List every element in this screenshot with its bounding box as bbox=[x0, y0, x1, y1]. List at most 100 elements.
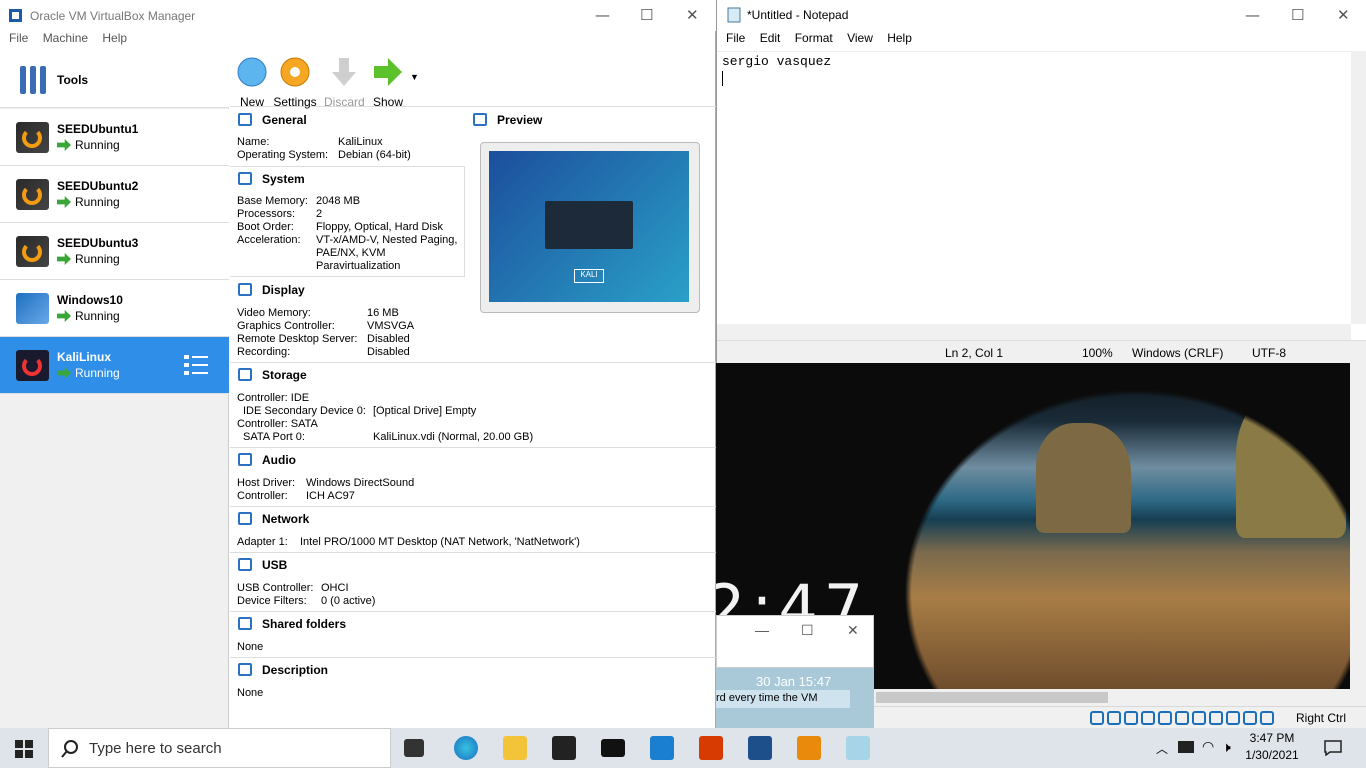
label: Device Filters: bbox=[237, 595, 307, 607]
shared-folder-icon[interactable] bbox=[1175, 710, 1189, 725]
menu-help[interactable]: Help bbox=[887, 31, 912, 45]
new-icon bbox=[237, 57, 267, 87]
new-label: New bbox=[239, 95, 264, 109]
section-title[interactable]: Display bbox=[262, 283, 305, 297]
text-editor[interactable]: sergio vasquez bbox=[717, 51, 1351, 324]
notification-icon[interactable] bbox=[1324, 740, 1342, 756]
vm-name: SEEDUbuntu2 bbox=[57, 179, 139, 193]
value: Debian (64-bit) bbox=[338, 149, 411, 161]
section-title[interactable]: Storage bbox=[262, 368, 307, 382]
section-title[interactable]: Preview bbox=[497, 113, 542, 127]
clock[interactable]: 3:47 PM 1/30/2021 bbox=[1244, 731, 1300, 762]
ubuntu-icon bbox=[16, 236, 49, 267]
notepad-taskbar-icon[interactable] bbox=[846, 736, 870, 760]
label: Graphics Controller: bbox=[237, 320, 335, 332]
maximize-icon[interactable]: ☐ bbox=[640, 6, 653, 24]
windows10-icon bbox=[16, 293, 49, 324]
mail-icon[interactable] bbox=[601, 739, 625, 757]
vertical-scrollbar[interactable] bbox=[1351, 51, 1366, 324]
maximize-icon[interactable]: ☐ bbox=[801, 622, 814, 639]
toolbar: New Settings Discard Show ▼ bbox=[230, 52, 716, 109]
list-menu-icon[interactable] bbox=[184, 354, 208, 376]
store-icon[interactable] bbox=[552, 736, 576, 760]
section-title[interactable]: USB bbox=[262, 558, 287, 572]
menu-view[interactable]: View bbox=[847, 31, 873, 45]
section-title[interactable]: Description bbox=[262, 663, 328, 677]
wifi-icon[interactable]: ◠ bbox=[1202, 738, 1214, 755]
vm-name: KaliLinux bbox=[57, 350, 112, 364]
vm-taskbar-icon[interactable] bbox=[797, 736, 821, 760]
chevron-down-icon[interactable]: ▼ bbox=[410, 72, 419, 82]
audio-icon[interactable] bbox=[1124, 710, 1138, 725]
value: Windows DirectSound bbox=[306, 477, 415, 489]
status-bar: Ln 2, Col 1 100% Windows (CRLF) UTF-8 bbox=[717, 340, 1366, 363]
section-title[interactable]: General bbox=[262, 113, 307, 127]
mouse-integration-icon[interactable] bbox=[1243, 710, 1257, 725]
recording-icon[interactable] bbox=[1209, 710, 1223, 725]
section-title[interactable]: System bbox=[262, 172, 305, 186]
network-icon[interactable] bbox=[1141, 710, 1155, 725]
keyboard-icon[interactable] bbox=[1260, 710, 1274, 725]
speaker-icon bbox=[238, 453, 252, 466]
menu-help[interactable]: Help bbox=[102, 31, 127, 45]
vm-item-kalilinux[interactable]: KaliLinux Running bbox=[0, 337, 229, 394]
office-icon[interactable] bbox=[699, 736, 723, 760]
vm-state: Running bbox=[75, 138, 120, 152]
close-icon[interactable]: ✕ bbox=[847, 622, 859, 639]
hard-disk-icon[interactable] bbox=[1090, 710, 1104, 725]
horizontal-scrollbar[interactable] bbox=[717, 324, 1351, 340]
display-icon[interactable] bbox=[1192, 710, 1206, 725]
label: Recording: bbox=[237, 346, 291, 358]
show-arrow-icon bbox=[374, 58, 402, 86]
settings-button[interactable]: Settings bbox=[273, 56, 317, 109]
show-button[interactable]: Show bbox=[370, 56, 406, 109]
menu-file[interactable]: File bbox=[9, 31, 28, 45]
vm-vertical-scrollbar[interactable] bbox=[1350, 363, 1366, 689]
minimize-icon[interactable]: — bbox=[595, 6, 610, 24]
label: Acceleration: bbox=[237, 234, 301, 246]
label: Controller: IDE bbox=[237, 392, 310, 404]
optical-drive-icon[interactable] bbox=[1107, 710, 1121, 725]
value: ICH AC97 bbox=[306, 490, 355, 502]
discard-button[interactable]: Discard bbox=[324, 56, 365, 109]
vm-name: SEEDUbuntu3 bbox=[57, 236, 139, 250]
section-title[interactable]: Shared folders bbox=[262, 617, 346, 631]
menu-format[interactable]: Format bbox=[795, 31, 833, 45]
tools-item[interactable]: Tools bbox=[0, 52, 229, 108]
vm-item-windows10[interactable]: Windows10 Running bbox=[0, 280, 229, 337]
new-button[interactable]: New bbox=[234, 56, 270, 109]
windows-start-icon[interactable] bbox=[15, 740, 33, 758]
running-arrow-icon bbox=[57, 196, 71, 208]
vm-item-seedubuntu1[interactable]: SEEDUbuntu1 Running bbox=[0, 109, 229, 166]
maximize-icon[interactable]: ☐ bbox=[1291, 6, 1304, 24]
guest-mini-window[interactable]: — ☐ ✕ bbox=[716, 615, 874, 668]
close-icon[interactable]: ✕ bbox=[686, 6, 699, 24]
value: Disabled bbox=[367, 333, 410, 345]
minimize-icon[interactable]: — bbox=[755, 622, 769, 638]
virtualbox-taskbar-icon[interactable] bbox=[748, 736, 772, 760]
edge-icon[interactable] bbox=[454, 736, 478, 760]
menu-machine[interactable]: Machine bbox=[43, 31, 88, 45]
volume-icon[interactable]: 🕨 bbox=[1222, 739, 1231, 756]
section-title[interactable]: Network bbox=[262, 512, 309, 526]
app-icon[interactable] bbox=[650, 736, 674, 760]
file-explorer-icon[interactable] bbox=[503, 736, 527, 760]
window-title: *Untitled - Notepad bbox=[747, 8, 849, 22]
battery-icon[interactable] bbox=[1178, 741, 1194, 753]
close-icon[interactable]: ✕ bbox=[1337, 6, 1350, 24]
label: Operating System: bbox=[237, 149, 329, 161]
cpu-icon[interactable] bbox=[1226, 710, 1240, 725]
task-view-icon[interactable] bbox=[404, 739, 424, 757]
menu-file[interactable]: File bbox=[726, 31, 745, 45]
scrollbar-thumb[interactable] bbox=[876, 692, 1108, 703]
chevron-up-icon[interactable]: ︿ bbox=[1156, 740, 1168, 757]
vm-item-seedubuntu2[interactable]: SEEDUbuntu2 Running bbox=[0, 166, 229, 223]
search-box[interactable]: Type here to search bbox=[48, 728, 391, 768]
discard-arrow-icon bbox=[332, 58, 356, 86]
minimize-icon[interactable]: — bbox=[1245, 6, 1260, 24]
vm-item-seedubuntu3[interactable]: SEEDUbuntu3 Running bbox=[0, 223, 229, 280]
section-title[interactable]: Audio bbox=[262, 453, 296, 467]
menu-edit[interactable]: Edit bbox=[760, 31, 781, 45]
usb-icon[interactable] bbox=[1158, 710, 1172, 725]
show-label: Show bbox=[372, 95, 404, 109]
